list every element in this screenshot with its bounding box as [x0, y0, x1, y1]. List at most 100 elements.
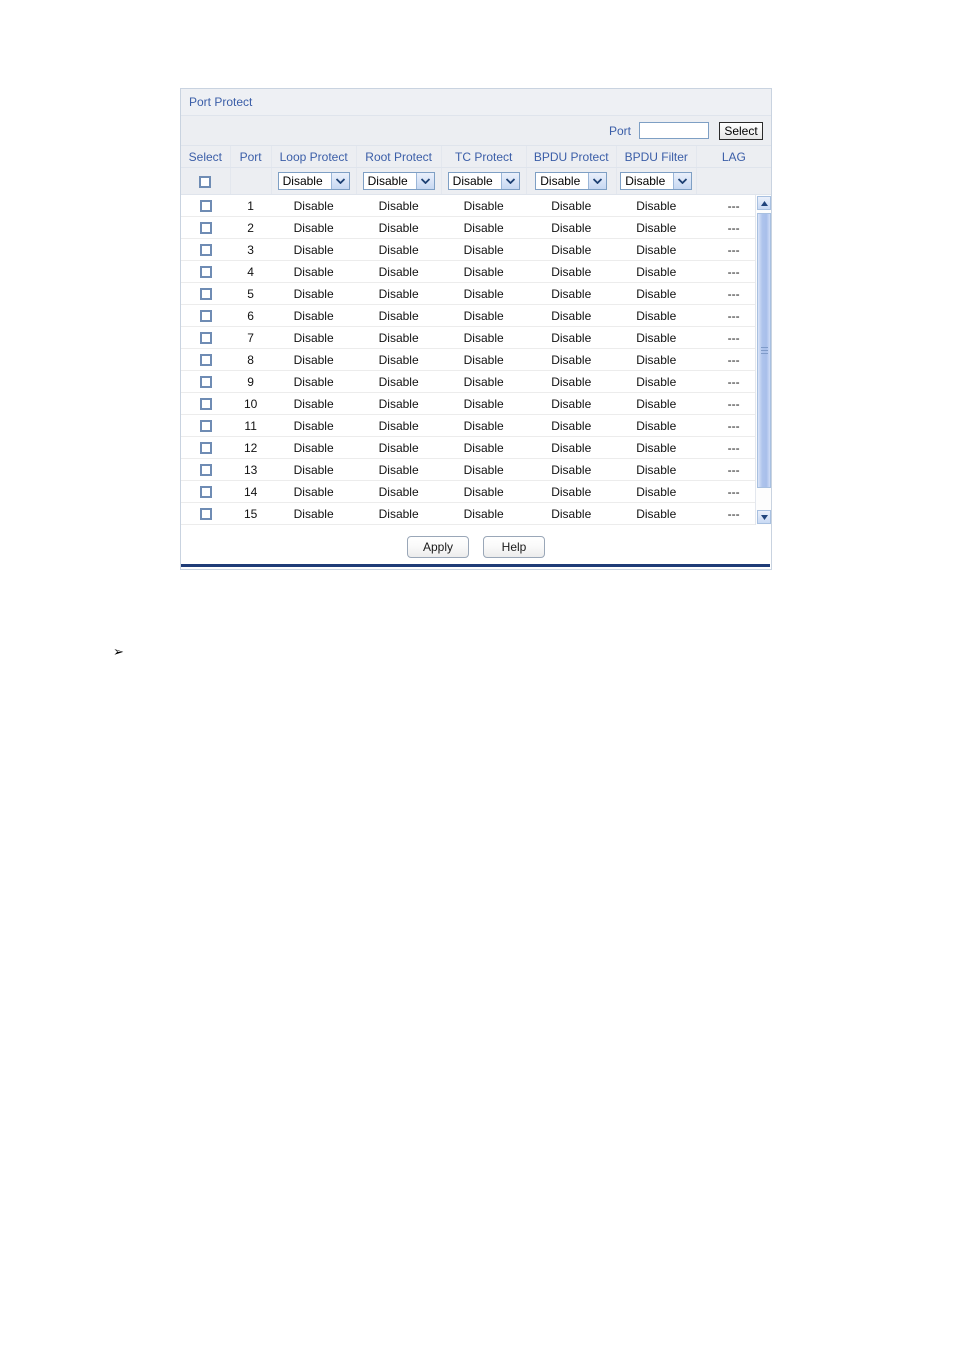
cell-root-protect: Disable: [356, 480, 442, 503]
cell-port: 9: [230, 370, 272, 393]
tc-protect-dropdown[interactable]: Disable: [447, 172, 520, 190]
cell-port: 10: [230, 392, 272, 415]
cell-tc-protect: Disable: [441, 304, 527, 327]
row-select-checkbox[interactable]: [199, 376, 212, 389]
control-tc-protect-cell: Disable: [441, 167, 527, 195]
row-select-checkbox[interactable]: [199, 200, 212, 213]
column-header-bpdu-filter: BPDU Filter: [616, 146, 697, 168]
cell-bpdu-filter: Disable: [616, 480, 697, 503]
help-button[interactable]: Help: [483, 536, 545, 558]
cell-root-protect: Disable: [356, 195, 442, 217]
loop-protect-dropdown-value: Disable: [282, 174, 323, 188]
root-protect-dropdown[interactable]: Disable: [362, 172, 435, 190]
chevron-down-icon: [673, 173, 692, 189]
cell-bpdu-protect: Disable: [526, 195, 617, 217]
cell-loop-protect: Disable: [271, 195, 357, 217]
column-header-select: Select: [181, 146, 231, 168]
cell-root-protect: Disable: [356, 436, 442, 459]
cell-loop-protect: Disable: [271, 326, 357, 349]
cell-bpdu-filter: Disable: [616, 458, 697, 481]
cell-tc-protect: Disable: [441, 326, 527, 349]
cell-loop-protect: Disable: [271, 392, 357, 415]
port-input[interactable]: [639, 122, 709, 139]
cell-loop-protect: Disable: [271, 502, 357, 525]
cell-bpdu-protect: Disable: [526, 436, 617, 459]
cell-tc-protect: Disable: [441, 480, 527, 503]
port-protect-rows-table: 1 Disable Disable Disable Disable Disable --- 2…: [181, 195, 771, 525]
cell-port: 15: [230, 502, 272, 525]
cell-bpdu-filter: Disable: [616, 392, 697, 415]
apply-button[interactable]: Apply: [407, 536, 469, 558]
row-select-checkbox[interactable]: [199, 354, 212, 367]
cell-bpdu-protect: Disable: [526, 458, 617, 481]
cell-loop-protect: Disable: [271, 414, 357, 437]
cell-root-protect: Disable: [356, 370, 442, 393]
cell-loop-protect: Disable: [271, 238, 357, 261]
cell-port: 1: [230, 195, 272, 217]
cell-port: 7: [230, 326, 272, 349]
row-select-checkbox[interactable]: [199, 464, 212, 477]
row-select-checkbox[interactable]: [199, 420, 212, 433]
row-select-checkbox[interactable]: [199, 442, 212, 455]
column-header-bpdu-protect: BPDU Protect: [526, 146, 617, 168]
row-select-checkbox[interactable]: [199, 288, 212, 301]
row-select-checkbox[interactable]: [199, 332, 212, 345]
chevron-down-icon: [330, 173, 349, 189]
row-select-cell: [181, 195, 231, 217]
select-all-checkbox[interactable]: [199, 175, 212, 188]
chevron-down-icon: [415, 173, 434, 189]
cell-bpdu-filter: Disable: [616, 216, 697, 239]
port-filter-label: Port: [608, 123, 631, 138]
control-port-cell: [230, 167, 272, 195]
row-select-checkbox[interactable]: [199, 310, 212, 323]
row-select-checkbox[interactable]: [199, 244, 212, 257]
select-button[interactable]: Select: [719, 121, 763, 140]
control-root-protect-cell: Disable: [356, 167, 442, 195]
bulk-control-row: Disable Disable Disable Disable Disable: [181, 167, 771, 195]
row-select-checkbox[interactable]: [199, 222, 212, 235]
table-row: 10 Disable Disable Disable Disable Disable ---: [181, 392, 771, 415]
scroll-down-arrow-icon[interactable]: [757, 510, 771, 524]
column-header-port: Port: [230, 146, 272, 168]
port-protect-panel: Port Protect Port Select Select Port Loo…: [180, 88, 772, 570]
loop-protect-dropdown[interactable]: Disable: [277, 172, 350, 190]
row-select-cell: [181, 480, 231, 503]
bpdu-filter-dropdown[interactable]: Disable: [620, 172, 693, 190]
cell-loop-protect: Disable: [271, 216, 357, 239]
row-select-checkbox[interactable]: [199, 266, 212, 279]
cell-tc-protect: Disable: [441, 392, 527, 415]
table-row: 9 Disable Disable Disable Disable Disable ---: [181, 370, 771, 393]
scrollbar-thumb[interactable]: [757, 213, 771, 488]
row-select-checkbox[interactable]: [199, 486, 212, 499]
cell-port: 5: [230, 282, 272, 305]
cell-port: 8: [230, 348, 272, 371]
select-all-cell: [181, 167, 231, 195]
cell-tc-protect: Disable: [441, 414, 527, 437]
table-row: 1 Disable Disable Disable Disable Disable ---: [181, 195, 771, 217]
bullet-arrow-icon: ➢: [113, 644, 124, 659]
vertical-scrollbar[interactable]: [755, 195, 771, 525]
action-bar: Apply Help: [181, 525, 771, 569]
cell-bpdu-filter: Disable: [616, 238, 697, 261]
row-select-cell: [181, 304, 231, 327]
bpdu-protect-dropdown[interactable]: Disable: [535, 172, 608, 190]
table-row: 4 Disable Disable Disable Disable Disable ---: [181, 260, 771, 283]
cell-loop-protect: Disable: [271, 348, 357, 371]
scroll-up-arrow-icon[interactable]: [757, 196, 771, 210]
root-protect-dropdown-value: Disable: [367, 174, 408, 188]
control-lag-cell: [696, 167, 771, 195]
table-row: 5 Disable Disable Disable Disable Disable ---: [181, 282, 771, 305]
port-filter-bar: Port Select: [181, 116, 771, 146]
column-header-lag: LAG: [696, 146, 771, 168]
table-row: 2 Disable Disable Disable Disable Disable ---: [181, 216, 771, 239]
cell-bpdu-protect: Disable: [526, 502, 617, 525]
cell-bpdu-filter: Disable: [616, 370, 697, 393]
cell-bpdu-filter: Disable: [616, 260, 697, 283]
row-select-checkbox[interactable]: [199, 398, 212, 411]
cell-port: 12: [230, 436, 272, 459]
cell-loop-protect: Disable: [271, 458, 357, 481]
cell-root-protect: Disable: [356, 304, 442, 327]
row-select-checkbox[interactable]: [199, 508, 212, 521]
section-divider: [181, 564, 770, 567]
table-row: 12 Disable Disable Disable Disable Disable ---: [181, 436, 771, 459]
